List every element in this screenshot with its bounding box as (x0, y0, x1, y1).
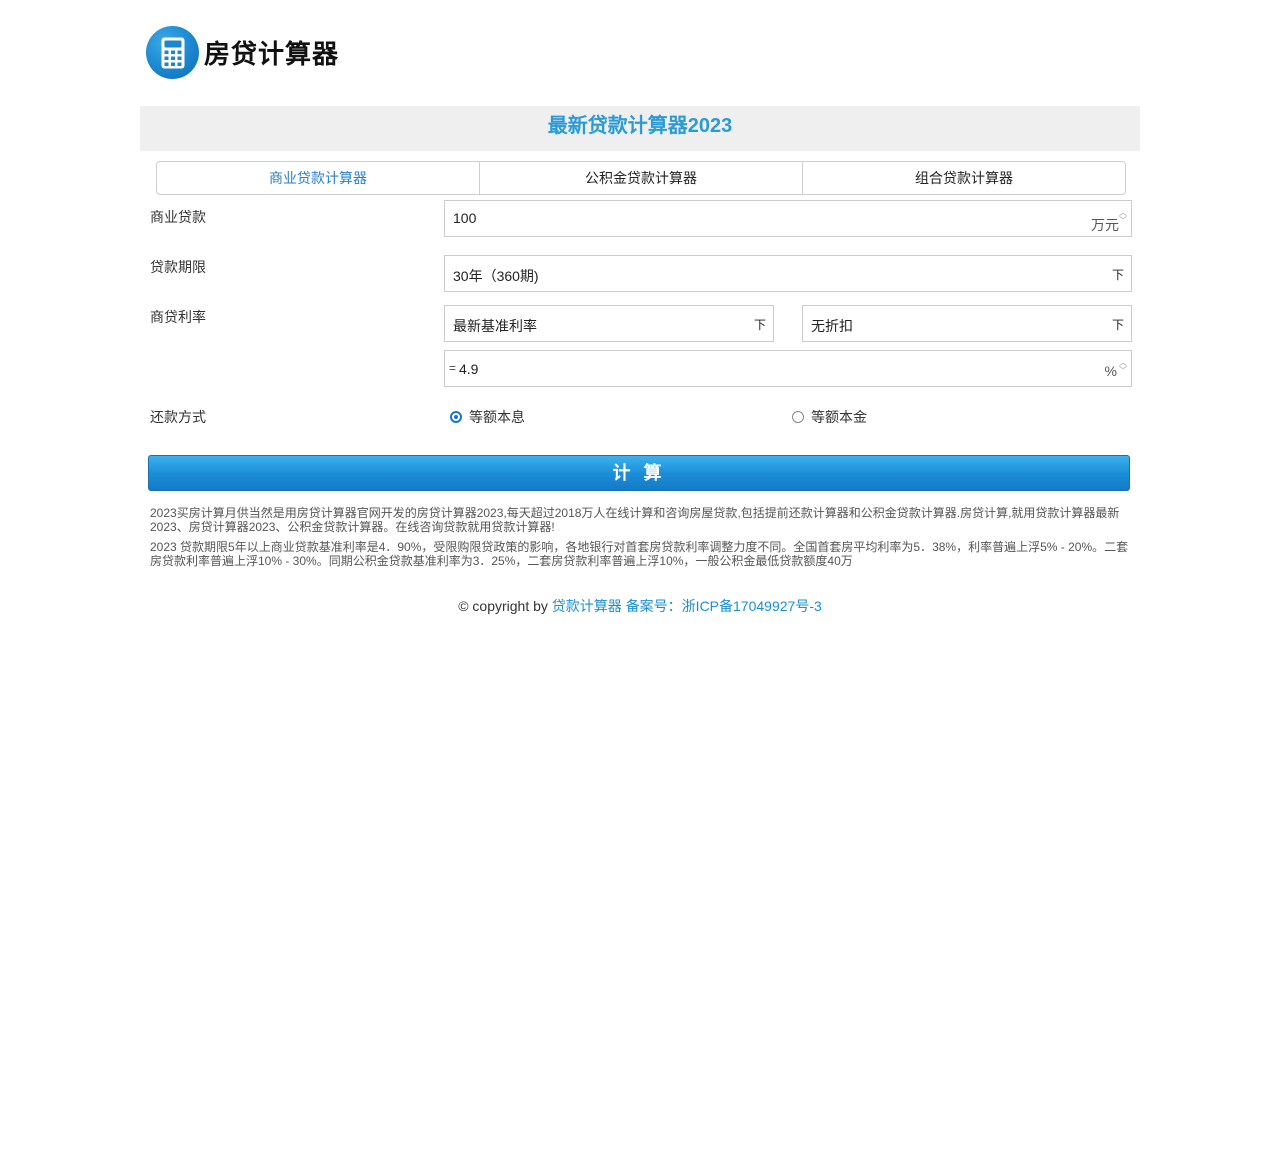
repayment-option-equal-installment[interactable]: 等额本息 (450, 407, 525, 427)
repayment-option-label: 等额本金 (811, 409, 867, 425)
description-paragraph-1: 2023买房计算月供当然是用房贷计算器官网开发的房贷计算器2023,每天超过20… (150, 506, 1120, 534)
radio-checked-icon[interactable] (450, 411, 462, 423)
loan-amount-input[interactable]: 100 万元 ︿ ﹀ (444, 200, 1132, 237)
rate-value: 4.9 (459, 361, 479, 377)
rate-type-select[interactable]: 最新基准利率 下 (444, 305, 774, 342)
discount-select[interactable]: 无折扣 下 (802, 305, 1132, 342)
spin-down-icon[interactable]: ﹀ (1118, 217, 1128, 225)
loan-amount-spinner[interactable]: ︿ ﹀ (1118, 209, 1128, 227)
tab-combined-loan[interactable]: 组合贷款计算器 (802, 162, 1125, 194)
site-link[interactable]: 贷款计算器 (552, 598, 622, 614)
dropdown-arrow-icon: 下 (1111, 318, 1124, 332)
calculator-icon (146, 26, 199, 79)
calculator-tabs: 商业贷款计算器 公积金贷款计算器 组合贷款计算器 (156, 161, 1126, 195)
rate-unit: % (1104, 363, 1117, 379)
rate-equals-sign: = (449, 361, 457, 375)
rate-input[interactable]: = 4.9 % ︿ ﹀ (444, 350, 1132, 387)
description-paragraph-2: 2023 贷款期限5年以上商业贷款基准利率是4．90%，受限购限贷政策的影响，各… (150, 540, 1129, 568)
radio-unchecked-icon[interactable] (792, 411, 804, 423)
page: 房贷计算器 最新贷款计算器2023 商业贷款计算器 公积金贷款计算器 组合贷款计… (0, 0, 1280, 1167)
tab-commercial-loan[interactable]: 商业贷款计算器 (157, 162, 479, 194)
loan-term-select[interactable]: 30年（360期) 下 (444, 255, 1132, 292)
copyright-text: © copyright by (458, 598, 548, 614)
icp-link[interactable]: 备案号：浙ICP备17049927号-3 (626, 598, 822, 614)
rate-spinner[interactable]: ︿ ﹀ (1118, 359, 1128, 377)
page-title: 最新贷款计算器2023 (140, 106, 1140, 151)
calculate-button[interactable]: 计 算 (148, 455, 1130, 491)
loan-term-label: 贷款期限 (150, 259, 206, 275)
rate-type-value: 最新基准利率 (453, 318, 537, 334)
tab-provident-fund-loan[interactable]: 公积金贷款计算器 (479, 162, 802, 194)
footer: © copyright by 贷款计算器 备案号：浙ICP备17049927号-… (0, 596, 1280, 616)
site-logo[interactable]: 房贷计算器 (146, 26, 339, 79)
dropdown-arrow-icon: 下 (753, 318, 766, 332)
loan-amount-unit: 万元 (1091, 217, 1119, 233)
repayment-option-equal-principal[interactable]: 等额本金 (792, 407, 867, 427)
site-title: 房贷计算器 (204, 39, 340, 69)
discount-value: 无折扣 (811, 318, 853, 334)
repayment-option-label: 等额本息 (469, 409, 525, 425)
dropdown-arrow-icon: 下 (1111, 268, 1124, 282)
loan-amount-value: 100 (453, 210, 477, 226)
rate-label: 商贷利率 (150, 309, 206, 325)
loan-term-value: 30年（360期) (453, 268, 539, 284)
loan-amount-label: 商业贷款 (150, 209, 206, 225)
repayment-label: 还款方式 (150, 409, 206, 425)
spin-down-icon[interactable]: ﹀ (1118, 367, 1128, 375)
